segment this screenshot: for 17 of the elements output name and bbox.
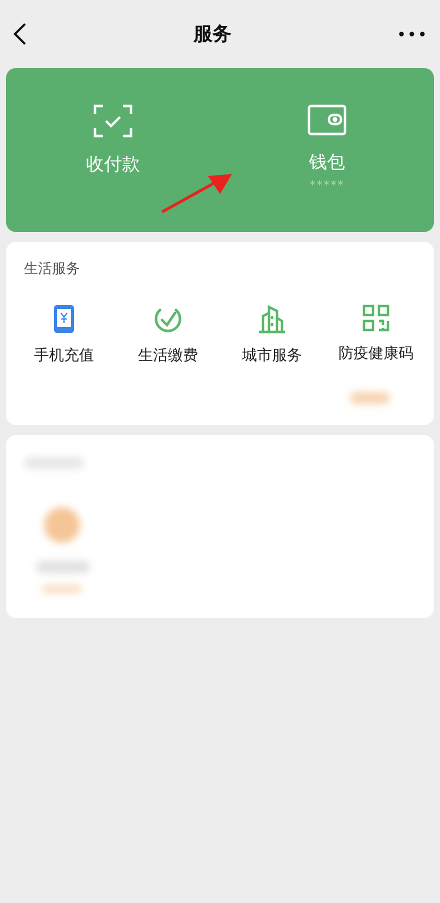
service-label[interactable]: 城市服务 (242, 346, 302, 365)
scan-icon (93, 104, 133, 138)
phone-icon (53, 304, 75, 334)
building-icon (257, 304, 287, 334)
blurred-shape (350, 392, 390, 404)
section-title: 生活服务 (23, 260, 81, 278)
qr-code-icon (362, 304, 390, 332)
blurred-shape (44, 507, 80, 543)
page-title: 服务 (193, 22, 232, 47)
more-button[interactable]: ••• (396, 24, 428, 44)
service-label[interactable]: 手机充值 (34, 346, 94, 365)
blurred-shape (42, 585, 82, 593)
wallet-icon (307, 104, 347, 136)
service-label[interactable]: 防疫健康码 (338, 344, 414, 363)
balance-mask: ***** (310, 178, 344, 192)
service-label[interactable]: 生活缴费 (138, 346, 198, 365)
back-icon[interactable] (12, 22, 28, 46)
